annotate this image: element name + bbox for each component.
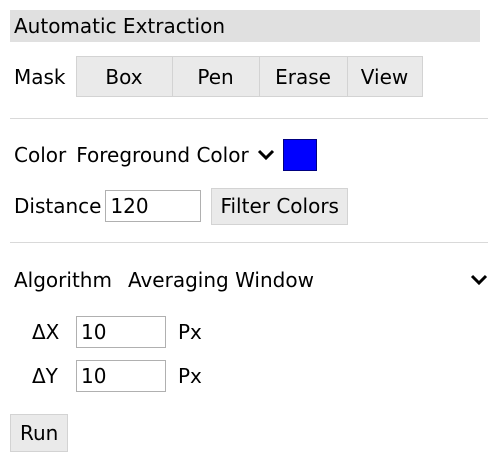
- mask-toolbar: Mask Box Pen Erase View: [10, 56, 423, 97]
- delta-x-unit: Px: [178, 320, 202, 344]
- algorithm-label: Algorithm: [14, 268, 112, 292]
- mask-box-button[interactable]: Box: [75, 56, 173, 97]
- mask-view-button[interactable]: View: [346, 56, 423, 97]
- panel-title: Automatic Extraction: [10, 10, 480, 42]
- color-row: Color Foreground Color: [10, 137, 317, 173]
- delta-x-input[interactable]: [76, 316, 166, 348]
- delta-x-row: ΔX Px: [32, 314, 202, 350]
- mask-label: Mask: [14, 64, 66, 89]
- chevron-down-icon[interactable]: [470, 273, 488, 287]
- color-label: Color: [14, 143, 67, 167]
- distance-row: Distance Filter Colors: [10, 187, 348, 225]
- delta-y-row: ΔY Px: [32, 358, 202, 394]
- mask-pen-button[interactable]: Pen: [171, 56, 260, 97]
- run-button[interactable]: Run: [10, 414, 69, 452]
- chevron-down-icon: [257, 149, 274, 161]
- delta-y-input[interactable]: [76, 360, 166, 392]
- filter-colors-button[interactable]: Filter Colors: [211, 187, 348, 225]
- color-mode-select[interactable]: Foreground Color: [76, 143, 274, 167]
- automatic-extraction-panel: Automatic Extraction Mask Box Pen Erase …: [0, 0, 488, 458]
- algorithm-row[interactable]: Algorithm Averaging Window: [10, 264, 488, 296]
- distance-input[interactable]: [105, 190, 202, 222]
- delta-y-unit: Px: [178, 364, 202, 388]
- delta-y-label: ΔY: [32, 364, 58, 388]
- algorithm-select-value[interactable]: Averaging Window: [128, 268, 470, 292]
- delta-x-label: ΔX: [32, 320, 60, 344]
- section-divider: [10, 118, 488, 119]
- distance-label: Distance: [14, 194, 102, 218]
- color-swatch[interactable]: [282, 139, 317, 171]
- color-mode-value: Foreground Color: [76, 143, 249, 167]
- mask-erase-button[interactable]: Erase: [258, 56, 348, 97]
- section-divider: [10, 242, 488, 243]
